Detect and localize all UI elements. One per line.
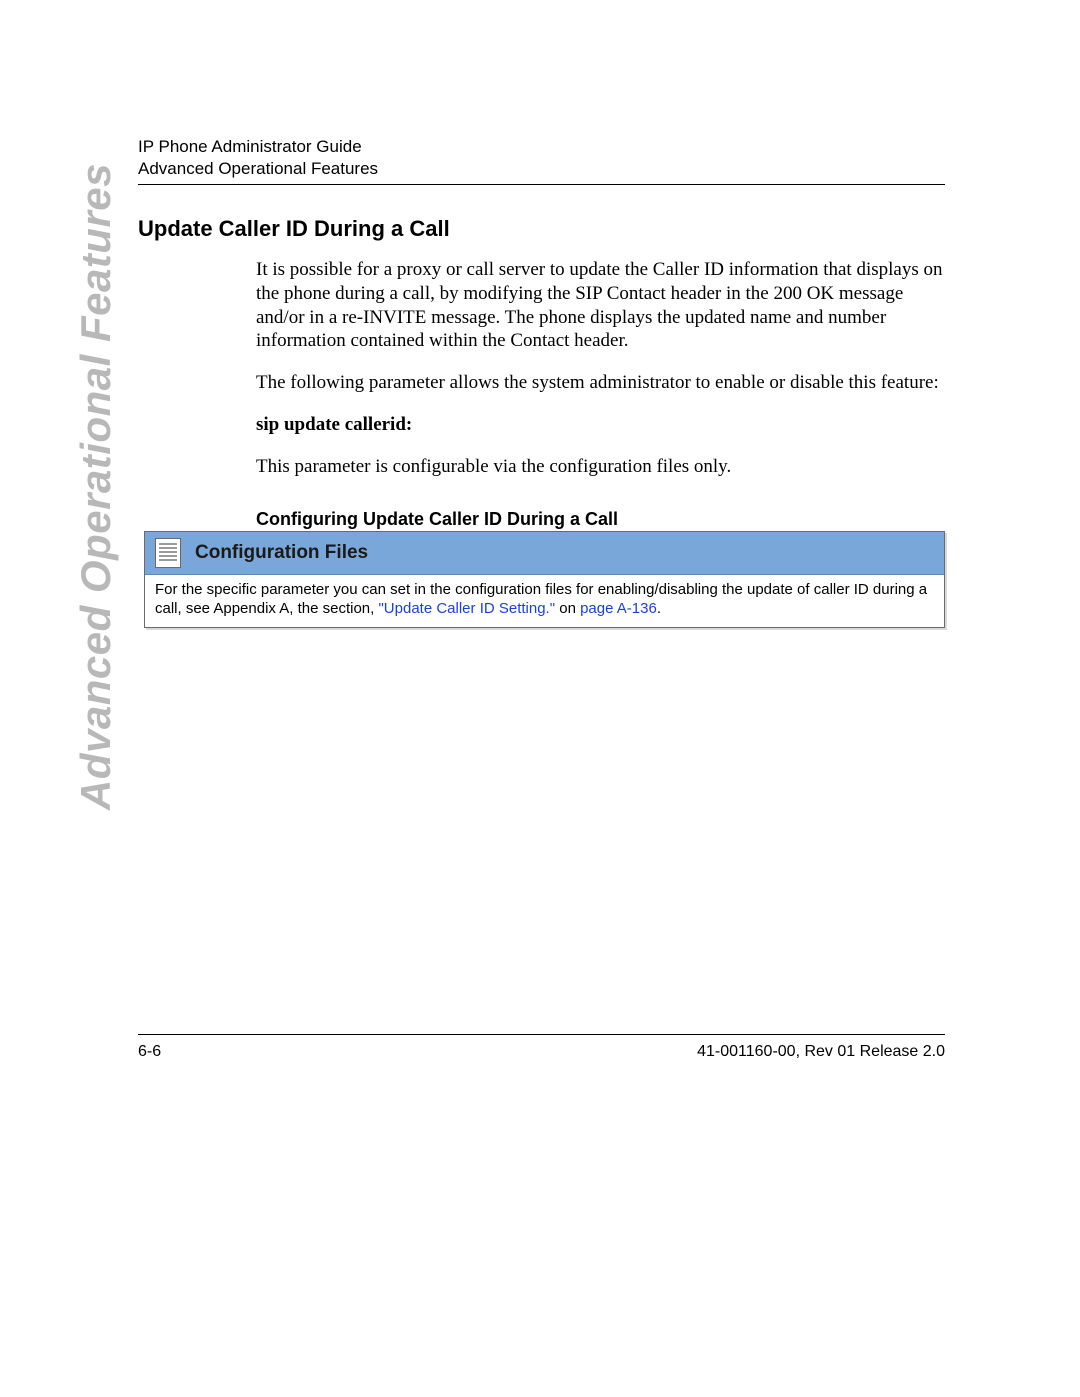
paragraph: This parameter is configurable via the c… [256,455,945,479]
page-ref-link[interactable]: page A-136 [580,600,657,617]
config-box-title: Configuration Files [195,542,368,564]
cross-ref-link[interactable]: "Update Caller ID Setting." [378,600,555,617]
footer: 6-6 41-001160-00, Rev 01 Release 2.0 [138,1043,945,1061]
footer-rule [138,1034,945,1035]
parameter-name: sip update callerid: [256,413,945,437]
config-box-header: Configuration Files [145,532,944,575]
note-text: . [657,600,661,617]
subheading: Configuring Update Caller ID During a Ca… [256,508,945,531]
header-rule [138,184,945,185]
document-page: IP Phone Administrator Guide Advanced Op… [0,0,1080,1397]
side-chapter-label: Advanced Operational Features [72,163,120,810]
page-number: 6-6 [138,1043,161,1061]
document-icon [155,538,181,568]
note-text: on [555,600,580,617]
running-header: IP Phone Administrator Guide Advanced Op… [138,136,945,180]
section-title: Update Caller ID During a Call [138,216,450,242]
paragraph: It is possible for a proxy or call serve… [256,258,945,353]
config-files-box: Configuration Files For the specific par… [144,531,945,628]
header-line-2: Advanced Operational Features [138,158,945,180]
body-column: It is possible for a proxy or call serve… [256,258,945,531]
header-line-1: IP Phone Administrator Guide [138,136,945,158]
paragraph: The following parameter allows the syste… [256,371,945,395]
doc-id: 41-001160-00, Rev 01 Release 2.0 [697,1043,945,1061]
config-box-note: For the specific parameter you can set i… [145,575,944,627]
